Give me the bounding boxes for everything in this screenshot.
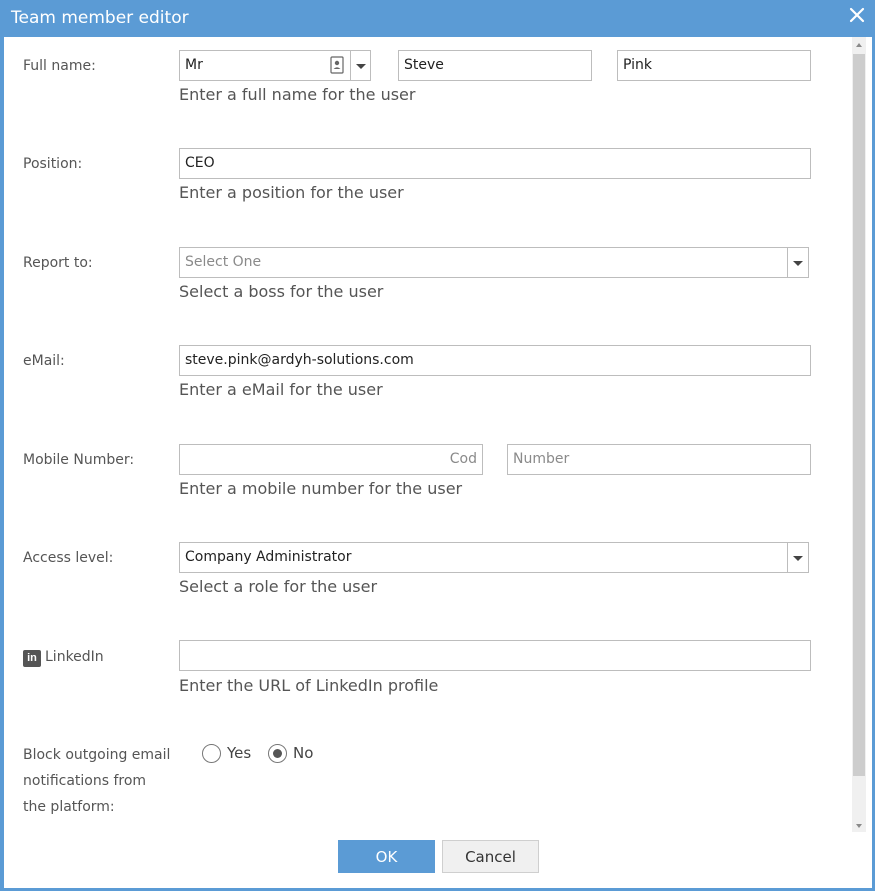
full-name-hint: Enter a full name for the user <box>179 85 416 104</box>
scroll-up-arrow-icon[interactable] <box>856 43 862 47</box>
cancel-button[interactable]: Cancel <box>442 840 539 873</box>
report-to-hint: Select a boss for the user <box>179 282 384 301</box>
first-name-value: Steve <box>404 57 444 73</box>
chevron-down-icon <box>356 64 366 69</box>
dialog-content: Full name: Mr Steve Pink Enter a full na… <box>4 37 872 888</box>
mobile-code-field[interactable]: Cod <box>179 444 483 475</box>
mobile-number-label: Mobile Number: <box>23 452 135 468</box>
dialog-title: Team member editor <box>11 8 189 28</box>
title-select[interactable]: Mr <box>179 50 351 81</box>
block-email-label-line2: notifications from <box>23 773 147 789</box>
block-email-label-line3: the platform: <box>23 799 115 815</box>
chevron-down-icon <box>793 556 803 561</box>
mobile-number-hint: Enter a mobile number for the user <box>179 479 463 498</box>
report-to-label: Report to: <box>23 255 93 271</box>
block-email-no-radio[interactable] <box>268 744 287 763</box>
close-icon[interactable] <box>848 6 866 24</box>
block-email-yes-label: Yes <box>227 744 252 762</box>
chevron-down-icon <box>793 261 803 266</box>
linkedin-icon: in <box>23 650 41 667</box>
scrollbar-thumb[interactable] <box>853 54 865 776</box>
last-name-value: Pink <box>623 57 653 73</box>
linkedin-hint: Enter the URL of LinkedIn profile <box>179 676 439 695</box>
report-to-dropdown-button[interactable] <box>787 247 809 278</box>
email-label: eMail: <box>23 353 65 369</box>
block-email-yes-radio[interactable] <box>202 744 221 763</box>
access-level-hint: Select a role for the user <box>179 577 378 596</box>
last-name-field[interactable]: Pink <box>617 50 811 81</box>
access-level-dropdown-button[interactable] <box>787 542 809 573</box>
linkedin-url-field[interactable] <box>179 640 811 671</box>
email-value: steve.pink@ardyh-solutions.com <box>185 352 414 368</box>
report-to-placeholder: Select One <box>185 254 262 270</box>
scroll-down-arrow-icon[interactable] <box>856 824 862 828</box>
linkedin-label: LinkedIn <box>45 649 104 665</box>
vertical-scrollbar[interactable] <box>852 37 866 832</box>
mobile-number-field[interactable]: Number <box>507 444 811 475</box>
position-field[interactable]: CEO <box>179 148 811 179</box>
mobile-number-placeholder: Number <box>513 451 570 467</box>
access-level-value: Company Administrator <box>185 549 352 565</box>
first-name-field[interactable]: Steve <box>398 50 592 81</box>
title-bar: Team member editor <box>0 0 875 37</box>
report-to-select[interactable]: Select One <box>179 247 789 278</box>
position-label: Position: <box>23 156 83 172</box>
block-email-label-line1: Block outgoing email <box>23 747 171 763</box>
block-email-no-label: No <box>293 744 314 762</box>
contact-card-icon <box>330 56 344 78</box>
title-dropdown-button[interactable] <box>350 50 371 81</box>
email-field[interactable]: steve.pink@ardyh-solutions.com <box>179 345 811 376</box>
ok-button[interactable]: OK <box>338 840 435 873</box>
access-level-label: Access level: <box>23 550 114 566</box>
email-hint: Enter a eMail for the user <box>179 380 383 399</box>
full-name-label: Full name: <box>23 58 96 74</box>
position-hint: Enter a position for the user <box>179 183 404 202</box>
position-value: CEO <box>185 155 215 171</box>
title-value: Mr <box>185 57 203 73</box>
access-level-select[interactable]: Company Administrator <box>179 542 789 573</box>
mobile-code-placeholder: Cod <box>449 451 477 467</box>
team-member-editor-dialog: Team member editor Full name: Mr Steve P… <box>0 0 875 891</box>
